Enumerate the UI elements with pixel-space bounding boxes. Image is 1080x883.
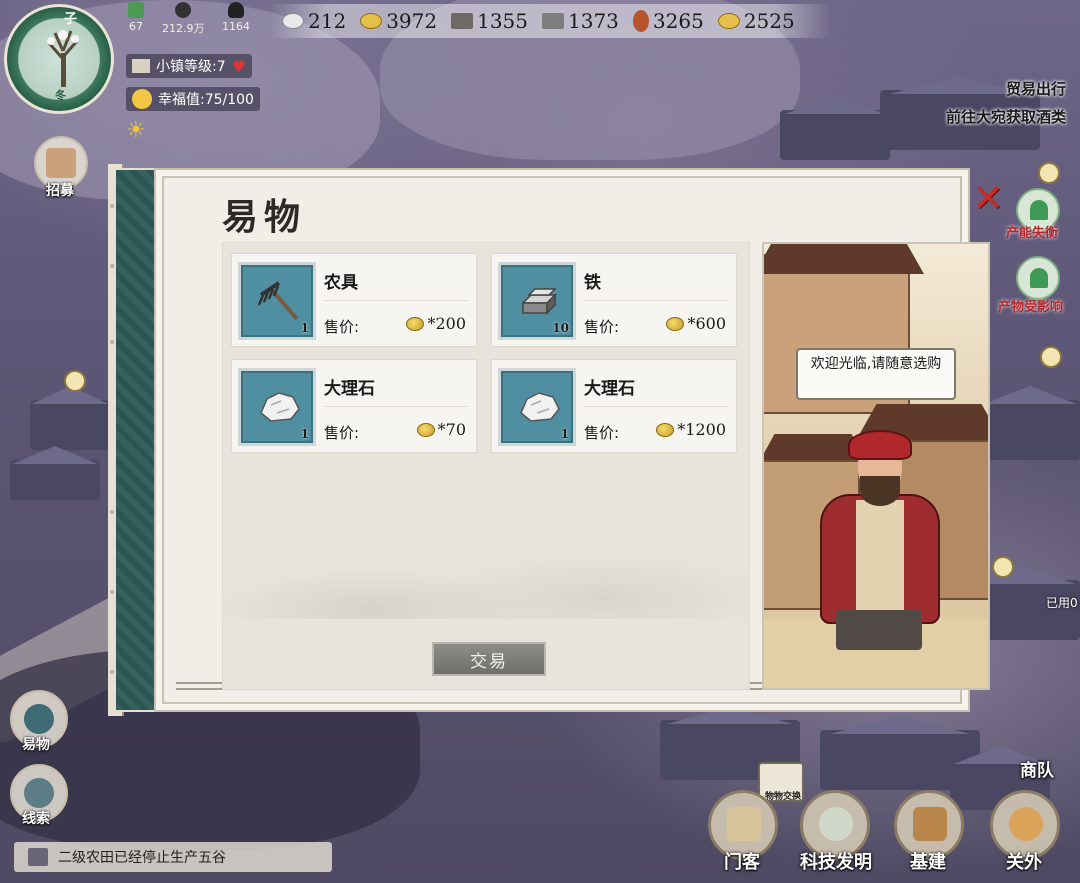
season-avatar[interactable]: 冬 [4,4,114,114]
merchant-portrait [762,242,990,690]
caravan-label[interactable]: 商队 [1020,756,1054,781]
tree-icon [47,30,79,87]
meat-icon [632,10,649,32]
town-hall-icon [132,59,150,73]
population-stat: 212.9万 [162,2,205,36]
item-card[interactable]: 1 大理石 售价: *1200 [491,359,737,453]
item-price: *200 [406,314,466,333]
resource-coins: 2525 [717,9,795,33]
resource-tools: 1355 [451,9,528,33]
notice-bar[interactable]: 二级农田已经停止生产五谷 [14,842,332,872]
barter-dialog: 易物 ✕ 1 农具 售价: *200 10 铁 售价: *600 1 大理石 售… [108,164,1004,716]
idle-stat: 67 [128,2,144,33]
recruit-label: 招募 [46,183,74,199]
barter-label: 易物 [22,737,50,753]
price-label: 售价: [324,424,360,442]
coin-icon [416,422,435,437]
item-card[interactable]: 10 铁 售价: *600 [491,253,737,347]
item-thumb: 10 [498,262,576,340]
item-thumb: 1 [238,262,316,340]
item-name: 农具 [324,273,358,293]
pavilion-icon [913,807,947,841]
population-icon [175,2,192,18]
frontier-label: 关外 [1006,852,1042,873]
speech-bubble-icon[interactable] [992,556,1014,578]
impact-label: 产物受影响 [998,300,1064,315]
notice-scroll-icon [28,848,48,866]
trade-trip-task[interactable]: 前往大宛获取酒类 [946,106,1066,127]
rake-icon [451,13,474,29]
desert-icon [1009,807,1043,841]
corner-char: 子 [64,12,78,27]
marble-icon [520,392,560,422]
retainers-label: 门客 [724,852,760,873]
clues-label: 线索 [22,811,50,827]
copper-coins-icon [360,13,383,29]
resource-meat: 3265 [632,9,704,33]
item-price: *1200 [656,420,726,439]
item-name: 大理石 [584,379,635,399]
dialog-paper: 易物 ✕ 1 农具 售价: *200 10 铁 售价: *600 1 大理石 售… [154,168,1004,712]
item-list: 1 农具 售价: *200 10 铁 售价: *600 1 大理石 售价: *7… [222,242,750,690]
resource-bar: 212 3972 1355 1373 3265 2525 [270,4,830,38]
item-price: *600 [666,314,726,333]
happiness[interactable]: 幸福值:75/100 [126,87,260,111]
fan-icon [727,807,761,841]
item-card[interactable]: 1 大理石 售价: *70 [231,359,477,453]
merchant-speech-bubble: 欢迎光临,请随意选购 [796,348,956,400]
price-label: 售价: [584,424,620,442]
trade-button[interactable]: 交易 [432,642,546,676]
close-button[interactable]: ✕ [968,178,1008,218]
iron-bar-icon [542,13,564,29]
rake-icon [257,281,299,321]
bowl-icon [819,807,853,841]
resource-silver: 212 [282,9,346,33]
marble-icon [260,392,300,422]
trade-trip-title[interactable]: 贸易出行 [1006,78,1066,99]
speech-bubble-icon[interactable] [1040,346,1062,368]
build-label: 基建 [910,852,946,873]
impact-bell-icon[interactable] [1016,256,1060,300]
resource-iron: 1373 [542,9,619,33]
heart-icon: ♥ [231,56,246,76]
magnifier-icon [24,778,54,808]
tech-label: 科技发明 [800,852,872,873]
dialog-title: 易物 [222,196,307,238]
price-label: 售价: [584,318,620,336]
resource-copper: 3972 [360,9,437,33]
speech-bubble-icon[interactable] [1038,162,1060,184]
speech-bubble-icon[interactable] [64,370,86,392]
coin-icon [406,316,425,331]
coin-icon [666,316,685,331]
town-level[interactable]: 小镇等级:7 ♥ [126,54,252,78]
coin-icon [656,422,675,437]
item-thumb: 1 [238,368,316,446]
exchange-tag[interactable]: 物物交换 [758,762,804,802]
coins-icon [717,13,740,29]
item-card[interactable]: 1 农具 售价: *200 [231,253,477,347]
sun-icon: ☀ [126,118,146,143]
idle-leaf-icon [128,2,144,18]
used-label: 已用0 [1046,596,1078,610]
scroll-icon [46,148,76,178]
merchant-hat [848,430,912,460]
item-thumb: 1 [498,368,576,446]
storage-stat: 1164 [222,2,250,33]
item-price: *70 [416,420,466,439]
silver-ingot-icon [282,13,304,29]
smiley-icon [132,89,152,109]
item-name: 大理石 [324,379,375,399]
storage-icon [228,2,244,18]
capacity-label: 产能失衡 [1006,226,1059,241]
pouch-icon [24,704,54,734]
season-label: 冬 [55,89,66,102]
iron-ingot-icon [521,288,557,315]
price-label: 售价: [324,318,360,336]
item-name: 铁 [584,273,601,293]
